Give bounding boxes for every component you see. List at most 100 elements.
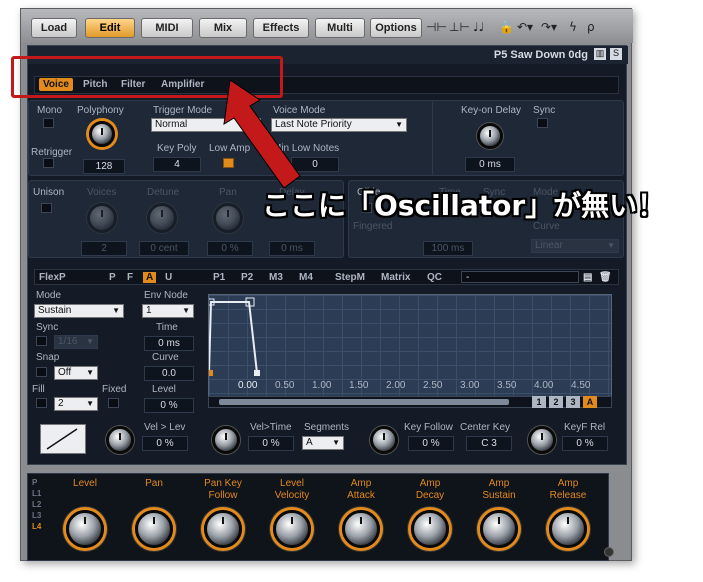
keyf-rel-value[interactable]: 0 % — [562, 436, 608, 451]
quick-control-knob[interactable] — [342, 510, 380, 548]
page-button-A[interactable]: A — [583, 396, 597, 408]
quick-control-knob[interactable] — [273, 510, 311, 548]
detune-knob[interactable] — [147, 203, 177, 233]
vel-lev-knob[interactable] — [106, 426, 134, 454]
vel-time-knob[interactable] — [212, 426, 240, 454]
env-mode-select[interactable]: Sustain — [34, 304, 124, 318]
pan-value[interactable]: 0 % — [207, 241, 253, 256]
env-sync-select[interactable]: 1/16 — [54, 335, 98, 349]
tab-m4[interactable]: M4 — [299, 272, 313, 283]
delay-value[interactable]: 0 ms — [269, 241, 315, 256]
key-follow-knob[interactable] — [370, 426, 398, 454]
scroll-thumb[interactable] — [219, 399, 509, 405]
tab-m3[interactable]: M3 — [269, 272, 283, 283]
time-axis-tick: 0.50 — [275, 380, 295, 391]
quick-control-knob[interactable] — [66, 510, 104, 548]
env-snap-toggle[interactable] — [36, 367, 47, 377]
tab-env-a[interactable]: A — [143, 272, 157, 283]
key-on-delay-value[interactable]: 0 ms — [465, 157, 515, 172]
key-on-delay-section: Key-on Delay Sync 0 ms — [432, 100, 624, 176]
env-preset-select[interactable]: - — [461, 271, 579, 283]
routing-icon[interactable]: ⊣⊢ — [426, 20, 447, 34]
tab-matrix[interactable]: Matrix — [381, 272, 410, 283]
glide-curve-select[interactable]: Linear — [531, 239, 619, 253]
keyf-rel-knob[interactable] — [528, 426, 556, 454]
redo-icon[interactable]: ↷▾ — [541, 20, 557, 34]
tab-stepm[interactable]: StepM — [335, 272, 365, 283]
note-icon[interactable]: ♩♩ — [473, 20, 484, 34]
env-fixed-toggle[interactable] — [108, 398, 119, 408]
key-follow-value[interactable]: 0 % — [408, 436, 454, 451]
polyphony-value[interactable]: 128 — [83, 159, 125, 174]
tab-env-u[interactable]: U — [165, 272, 172, 283]
page-button-3[interactable]: 3 — [566, 396, 580, 408]
effects-button[interactable]: Effects — [253, 18, 309, 38]
quick-control-sublabel: Velocity — [274, 490, 310, 501]
voices-knob[interactable] — [87, 203, 117, 233]
env-snap-select[interactable]: Off — [54, 366, 98, 380]
retrigger-toggle[interactable] — [43, 158, 54, 168]
center-key-label: Center Key — [460, 422, 511, 433]
multi-button[interactable]: Multi — [315, 18, 365, 38]
quick-control-label: Amp — [557, 478, 579, 489]
undo-icon[interactable]: ↶▾ — [517, 20, 533, 34]
center-key-value[interactable]: C 3 — [466, 436, 512, 451]
curve-shape-button[interactable] — [40, 424, 86, 454]
edit-button[interactable]: Edit — [85, 18, 135, 38]
voices-value[interactable]: 2 — [81, 241, 127, 256]
quick-control-label: Level — [73, 478, 97, 489]
tab-p1[interactable]: P1 — [213, 272, 225, 283]
vel-lev-value[interactable]: 0 % — [142, 436, 188, 451]
load-button[interactable]: Load — [31, 18, 77, 38]
env-time-value[interactable]: 0 ms — [144, 336, 194, 351]
options-button[interactable]: Options — [370, 18, 422, 38]
layer-l1[interactable]: L1 — [32, 489, 50, 500]
time-axis-tick: 2.00 — [386, 380, 406, 391]
lock-icon[interactable]: 🔒 — [499, 20, 514, 34]
quick-control-knob[interactable] — [135, 510, 173, 548]
env-delete-icon[interactable]: 🗑 — [599, 272, 612, 283]
quick-control-knob[interactable] — [411, 510, 449, 548]
key-on-sync-toggle[interactable] — [537, 118, 548, 128]
tab-flexp[interactable]: FlexP — [39, 272, 66, 283]
tab-p2[interactable]: P2 — [241, 272, 253, 283]
env-fill-toggle[interactable] — [36, 398, 47, 408]
key-poly-value[interactable]: 4 — [153, 157, 201, 172]
layer-l3[interactable]: L3 — [32, 511, 50, 522]
page-button-2[interactable]: 2 — [549, 396, 563, 408]
page-button-1[interactable]: 1 — [532, 396, 546, 408]
layer-l4[interactable]: L4 — [32, 522, 50, 533]
midi-button[interactable]: MIDI — [141, 18, 193, 38]
env-level-value[interactable]: 0 % — [144, 398, 194, 413]
key-on-delay-knob[interactable] — [477, 123, 503, 149]
detune-value[interactable]: 0 cent — [139, 241, 189, 256]
tab-env-f[interactable]: F — [127, 272, 133, 283]
layer-l2[interactable]: L2 — [32, 500, 50, 511]
env-node-select[interactable]: 1 — [142, 304, 194, 318]
pan-knob[interactable] — [213, 203, 243, 233]
tab-qc[interactable]: QC — [427, 272, 442, 283]
env-fill-select[interactable]: 2 — [54, 397, 98, 411]
unison-toggle[interactable] — [41, 203, 52, 213]
vel-time-value[interactable]: 0 % — [248, 436, 294, 451]
mono-toggle[interactable] — [43, 118, 54, 128]
env-curve-value[interactable]: 0.0 — [144, 366, 194, 381]
quick-control-knob[interactable] — [204, 510, 242, 548]
save-icon[interactable]: ▥ — [594, 48, 606, 60]
segments-select[interactable]: A — [302, 436, 344, 450]
quick-control-knob[interactable] — [549, 510, 587, 548]
split-icon[interactable]: ⊥⊢ — [449, 20, 470, 34]
layer-p[interactable]: P — [32, 478, 50, 489]
glide-time-value[interactable]: 100 ms — [423, 241, 473, 256]
quick-control-label: Pan Key — [204, 478, 242, 489]
mix-button[interactable]: Mix — [199, 18, 247, 38]
quick-control-knob[interactable] — [480, 510, 518, 548]
env-save-icon[interactable]: ▤ — [583, 272, 592, 283]
quick-control-label: Amp — [350, 478, 372, 489]
polyphony-knob[interactable] — [89, 121, 115, 147]
resize-grip[interactable] — [604, 547, 614, 557]
tab-env-p[interactable]: P — [109, 272, 116, 283]
env-sync-toggle[interactable] — [36, 336, 47, 346]
env-fixed-label: Fixed — [102, 384, 127, 395]
slot-icon[interactable]: S — [610, 48, 622, 60]
